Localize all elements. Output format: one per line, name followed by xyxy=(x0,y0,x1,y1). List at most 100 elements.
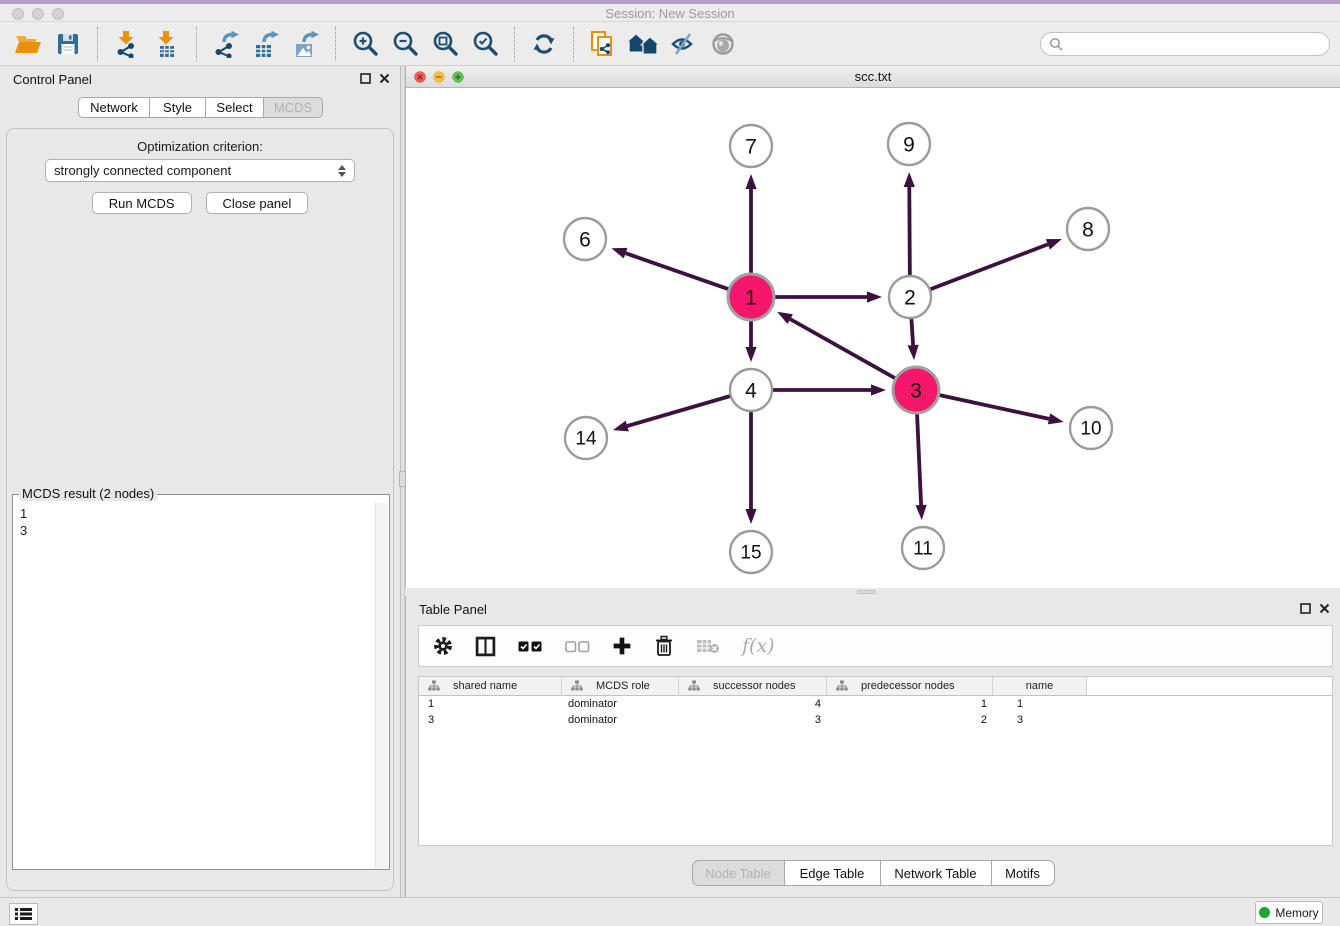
tab-mcds[interactable]: MCDS xyxy=(264,97,323,118)
node-label: 6 xyxy=(579,229,591,252)
graph-node-10[interactable]: 10 xyxy=(1070,407,1112,449)
node-label: 2 xyxy=(904,287,916,310)
edge-3-1[interactable] xyxy=(777,312,896,379)
tab-node-table[interactable]: Node Table xyxy=(692,860,785,886)
create-column-button[interactable] xyxy=(612,636,632,656)
graph-node-11[interactable]: 11 xyxy=(902,527,944,569)
crossed-eye-icon xyxy=(669,31,697,57)
tab-motifs[interactable]: Motifs xyxy=(992,860,1055,886)
import-network-button[interactable] xyxy=(109,26,145,62)
import-table-button[interactable] xyxy=(149,26,185,62)
graph-node-9[interactable]: 9 xyxy=(888,123,930,165)
deselect-all-columns-button[interactable] xyxy=(565,640,590,653)
zoom-in-button[interactable] xyxy=(347,26,383,62)
checked-boxes-icon xyxy=(518,640,543,653)
first-neighbors-button[interactable] xyxy=(625,26,661,62)
graph-node-4[interactable]: 4 xyxy=(730,369,772,411)
export-network-button[interactable] xyxy=(208,26,244,62)
export-image-icon xyxy=(292,30,320,58)
network-canvas[interactable]: 7 9 6 8 1 2 4 3 14 10 15 11 xyxy=(406,88,1340,588)
delete-columns-button[interactable] xyxy=(654,635,674,657)
application-window: Session: New Session xyxy=(0,0,1340,926)
tab-select[interactable]: Select xyxy=(206,97,264,118)
node-table: shared name MCDS role successor nodes pr… xyxy=(418,676,1333,846)
select-all-columns-button[interactable] xyxy=(518,640,543,653)
optimization-criterion-dropdown[interactable]: strongly connected component xyxy=(45,159,355,182)
mcds-result-text[interactable]: 1 3 xyxy=(15,503,373,867)
refresh-view-button[interactable] xyxy=(526,26,562,62)
graph-node-3[interactable]: 3 xyxy=(893,367,939,413)
main-toolbar xyxy=(0,22,1340,66)
edge-4-15[interactable] xyxy=(745,411,756,524)
window-title: Session: New Session xyxy=(0,6,1340,21)
table-cell: 3 xyxy=(419,714,562,726)
hide-graphics-details-button[interactable] xyxy=(665,26,701,62)
export-image-button[interactable] xyxy=(288,26,324,62)
tab-network-table[interactable]: Network Table xyxy=(881,860,992,886)
tab-network[interactable]: Network xyxy=(78,97,150,118)
plus-icon xyxy=(612,636,632,656)
edge-3-10[interactable] xyxy=(938,395,1063,424)
unchecked-boxes-icon xyxy=(565,640,590,653)
graph-node-2[interactable]: 2 xyxy=(889,276,931,318)
edge-4-14[interactable] xyxy=(613,396,731,432)
graph-node-1[interactable]: 1 xyxy=(728,274,774,320)
zoom-fit-button[interactable] xyxy=(427,26,463,62)
export-table-button[interactable] xyxy=(248,26,284,62)
graph-node-7[interactable]: 7 xyxy=(730,125,772,167)
save-session-button[interactable] xyxy=(50,26,86,62)
zoom-selected-button[interactable] xyxy=(467,26,503,62)
show-graphics-details-button[interactable] xyxy=(705,26,741,62)
open-session-button[interactable] xyxy=(10,26,46,62)
edge-4-3[interactable] xyxy=(772,384,886,395)
graph-node-15[interactable]: 15 xyxy=(730,531,772,573)
refresh-icon xyxy=(531,31,557,57)
search-input[interactable] xyxy=(1063,34,1321,54)
float-panel-icon[interactable] xyxy=(1300,603,1311,614)
edge-2-9[interactable] xyxy=(904,172,915,276)
tab-style[interactable]: Style xyxy=(150,97,206,118)
memory-button[interactable]: Memory xyxy=(1255,901,1323,924)
table-mode-button[interactable] xyxy=(433,636,453,656)
edge-3-11[interactable] xyxy=(916,413,927,520)
search-icon xyxy=(1049,37,1063,51)
table-row[interactable]: 1dominator411 xyxy=(419,696,1332,712)
zoom-out-button[interactable] xyxy=(387,26,423,62)
close-panel-button[interactable]: Close panel xyxy=(206,192,309,214)
table-row[interactable]: 3dominator323 xyxy=(419,712,1332,728)
dropdown-value: strongly connected component xyxy=(54,163,231,178)
column-header-mcds-role[interactable]: MCDS role xyxy=(562,677,679,695)
graph-node-8[interactable]: 8 xyxy=(1067,208,1109,250)
result-scrollbar[interactable] xyxy=(375,503,388,868)
export-network-icon xyxy=(212,30,240,58)
table-cell: 3 xyxy=(993,714,1087,726)
column-header-successor-nodes[interactable]: successor nodes xyxy=(679,677,827,695)
close-panel-icon[interactable] xyxy=(379,73,390,84)
splitter-grip[interactable] xyxy=(857,590,875,594)
node-label: 10 xyxy=(1080,419,1101,440)
column-header-name[interactable]: name xyxy=(993,677,1087,695)
edge-2-3[interactable] xyxy=(908,318,919,360)
status-bar: Memory xyxy=(0,897,1340,926)
graph-node-6[interactable]: 6 xyxy=(564,218,606,260)
float-panel-icon[interactable] xyxy=(360,73,371,84)
table-cell: 1 xyxy=(827,698,993,710)
edge-1-7[interactable] xyxy=(745,174,756,274)
column-header-predecessor-nodes[interactable]: predecessor nodes xyxy=(827,677,993,695)
edge-2-8[interactable] xyxy=(930,239,1062,290)
new-network-from-selection-button[interactable] xyxy=(585,26,621,62)
horizontal-splitter[interactable] xyxy=(405,588,1340,596)
run-mcds-button[interactable]: Run MCDS xyxy=(92,192,192,214)
graph-node-14[interactable]: 14 xyxy=(565,417,607,459)
close-panel-icon[interactable] xyxy=(1319,603,1330,614)
tab-edge-table[interactable]: Edge Table xyxy=(785,860,881,886)
network-window-title: scc.txt xyxy=(406,69,1340,84)
column-header-shared-name[interactable]: shared name xyxy=(419,677,562,695)
edge-1-4[interactable] xyxy=(745,320,756,362)
show-columns-button[interactable] xyxy=(475,636,496,657)
edge-1-2[interactable] xyxy=(774,291,882,302)
dropdown-stepper-icon xyxy=(338,165,346,177)
delete-table-button xyxy=(696,638,720,654)
task-history-button[interactable] xyxy=(9,903,38,925)
edge-1-6[interactable] xyxy=(611,248,729,290)
